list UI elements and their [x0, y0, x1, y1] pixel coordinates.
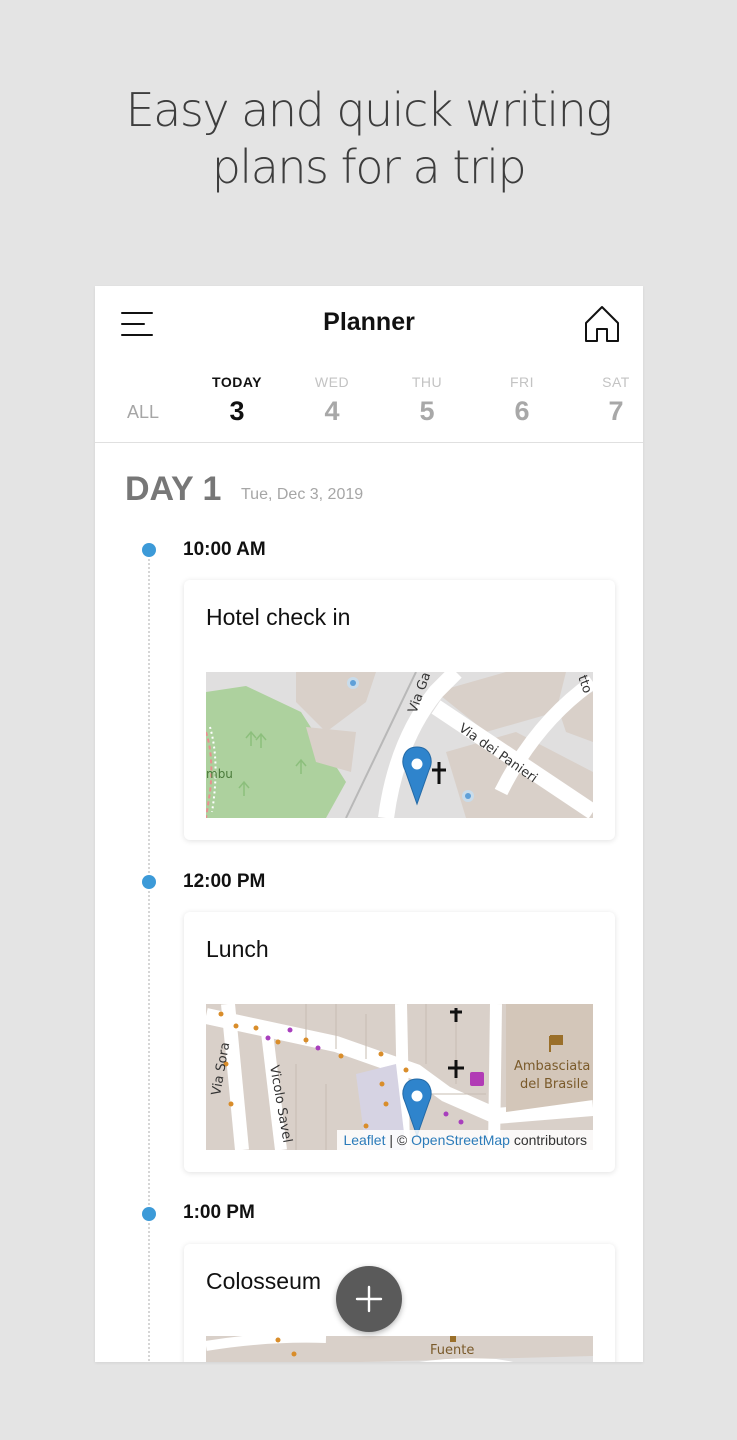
promo-line-1: Easy and quick writing — [125, 83, 613, 137]
schedule-card-lunch[interactable]: Lunch Ambasciata del Brasile Via Sora Vi… — [184, 912, 615, 1172]
day-tab-date: 3 — [229, 396, 245, 426]
schedule-time: 1:00 PM — [183, 1202, 255, 1223]
day-tab-name: WED — [314, 374, 350, 390]
attribution-suffix: contributors — [509, 1132, 587, 1148]
day-tab-date: 6 — [514, 396, 530, 426]
map-poi-label: Ambasciata — [514, 1059, 590, 1074]
attribution-separator: | © — [385, 1132, 412, 1148]
day-tab-date: 5 — [419, 396, 435, 426]
openstreetmap-link[interactable]: OpenStreetMap — [411, 1132, 510, 1148]
map-view[interactable]: Fuente — [206, 1336, 593, 1362]
map-tiles: Fuente — [206, 1336, 593, 1362]
timeline-dot — [142, 543, 156, 557]
schedule-time: 12:00 PM — [183, 871, 266, 892]
timeline-dot — [142, 875, 156, 889]
app-title: Planner — [323, 308, 415, 336]
map-attribution: Leaflet | © OpenStreetMap contributors — [337, 1130, 593, 1150]
promo-headline: Easy and quick writing plans for a trip — [0, 82, 737, 196]
home-button[interactable] — [583, 304, 621, 344]
day-tab-today[interactable]: TODAY 3 — [197, 374, 277, 427]
app-bar: Planner — [95, 286, 643, 362]
map-view[interactable]: Ambasciata del Brasile Via Sora Vicolo S… — [206, 1004, 593, 1150]
day-tab-all[interactable]: ALL — [109, 402, 177, 423]
schedule-card-hotel[interactable]: Hotel check in Via Ga Via dei Panieri tt… — [184, 580, 615, 840]
day-tab-date: 4 — [324, 396, 340, 426]
schedule-title: Colosseum — [206, 1268, 322, 1294]
day-title: DAY 1 — [125, 470, 222, 508]
plus-icon — [355, 1285, 383, 1313]
day-tab-fri[interactable]: FRI 6 — [482, 374, 562, 427]
day-tab-name: SAT — [602, 374, 630, 390]
day-tab-name: TODAY — [212, 374, 262, 390]
schedule-time: 10:00 AM — [183, 539, 266, 560]
map-view[interactable]: Via Ga Via dei Panieri tto mbu — [206, 672, 593, 818]
promo-line-2: plans for a trip — [211, 140, 527, 194]
day-tab-sat[interactable]: SAT 7 — [576, 374, 643, 427]
day-tab-name: FRI — [509, 374, 535, 390]
app-screen: Planner ALL TODAY 3 WED 4 THU 5 FRI 6 SA… — [95, 286, 643, 1362]
timeline-dot — [142, 1207, 156, 1221]
schedule-title: Lunch — [206, 936, 269, 962]
day-tab-name: THU — [411, 374, 443, 390]
day-tab-wed[interactable]: WED 4 — [292, 374, 372, 427]
map-poi-label: Fuente — [430, 1343, 474, 1358]
timeline-line — [148, 552, 150, 1362]
map-park-label: mbu — [206, 767, 233, 781]
add-plan-button[interactable] — [336, 1266, 402, 1332]
schedule-title: Hotel check in — [206, 604, 351, 630]
day-tab-thu[interactable]: THU 5 — [387, 374, 467, 427]
day-tab-date: 7 — [608, 396, 624, 426]
home-icon — [585, 306, 619, 342]
leaflet-link[interactable]: Leaflet — [343, 1132, 385, 1148]
map-poi-label: del Brasile — [520, 1077, 588, 1092]
map-tiles: Via Ga Via dei Panieri tto mbu — [206, 672, 593, 818]
day-selector: ALL TODAY 3 WED 4 THU 5 FRI 6 SAT 7 — [95, 362, 643, 443]
day-date: Tue, Dec 3, 2019 — [241, 486, 364, 503]
map-tiles: Ambasciata del Brasile Via Sora Vicolo S… — [206, 1004, 593, 1150]
